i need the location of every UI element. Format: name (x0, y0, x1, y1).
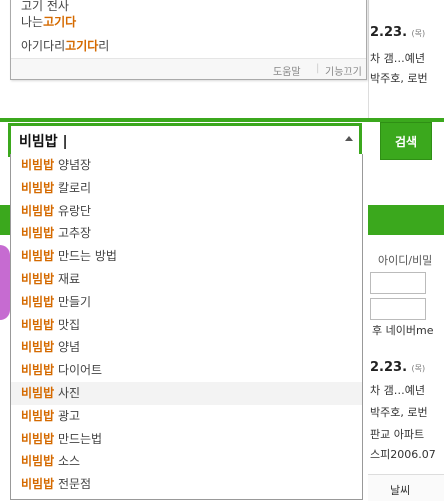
suggestion-rest: 만들기 (54, 294, 92, 309)
suggestion-item[interactable]: 비빔밥 고추장 (11, 222, 362, 245)
id-field[interactable] (370, 272, 426, 294)
suggestion-rest: 광고 (54, 408, 81, 423)
suggestion-item[interactable]: 비빔밥 전문점 (11, 473, 362, 496)
triangle-up-icon[interactable] (345, 136, 353, 141)
date-label: 2.23. (목) (370, 25, 426, 40)
password-field[interactable] (370, 298, 426, 320)
separator: | (316, 63, 320, 74)
search-input[interactable] (19, 133, 319, 149)
suggestion-list: 비빔밥 양념장 비빔밥 칼로리 비빔밥 유랑단 비빔밥 고추장 비빔밥 만드는 방법 비빔… (10, 154, 363, 500)
suggestion-rest: 유랑단 (54, 203, 92, 218)
suggestion-item[interactable]: 비빔밥 만들기 (11, 291, 362, 314)
suggestion-rest: 맛집 (54, 317, 81, 332)
suggestion-rest: 양념장 (54, 158, 92, 172)
suggestion-item[interactable]: 비빔밥 양념장 (11, 154, 362, 177)
suggestion-rest: 재료 (54, 271, 81, 286)
search-box[interactable] (8, 123, 362, 157)
suggestion-match: 비빔밥 (21, 203, 55, 218)
news-line[interactable]: 박주호, 로번 (370, 70, 428, 86)
suggestion-match: 비빔밥 (21, 385, 55, 400)
news-line[interactable]: 스피2006.07 (370, 446, 436, 462)
suggestion-rest: 칼로리 (54, 180, 92, 195)
suggestion-match: 비빔밥 (21, 477, 55, 492)
suggestion-match: 비빔밥 (21, 226, 55, 241)
suggestion-match: 비빔밥 (21, 317, 55, 332)
help-link[interactable]: 도움말 (273, 63, 301, 78)
suggestion-item[interactable]: 비빔밥 다이어트 (11, 359, 362, 382)
suggestion-match: 비빔밥 (21, 249, 55, 264)
naverme-link[interactable]: 후 네이버me (372, 322, 433, 338)
suggestion-rest: 고추장 (54, 226, 92, 241)
suggestion-match: 비빔밥 (21, 431, 55, 446)
suggestion-item[interactable]: 비빔밥 사진 (11, 381, 362, 405)
suggestion-match: 비빔밥 (21, 158, 55, 172)
suggestion-rest: 전문점 (54, 477, 92, 492)
disable-feature-link[interactable]: 기능끄기 (325, 63, 362, 78)
search-area-top-line (0, 118, 444, 122)
suggestion-item[interactable]: 비빔밥 맛집 (11, 314, 362, 337)
left-edge (0, 0, 10, 118)
suggestion-rest: 소스 (54, 454, 81, 469)
previous-autocomplete-dropdown: 고기 전사 나는고기다 아기다리고기다리 도움말 | 기능끄기 (10, 0, 367, 80)
news-line[interactable]: 박주호, 로번 (370, 404, 428, 420)
suggestion-match: 비빔밥 (21, 340, 55, 355)
autocomplete-footer: 도움말 | 기능끄기 (11, 58, 366, 79)
suggestion-rest: 사진 (54, 385, 81, 400)
suggestion-item[interactable]: 비빔밥 만드는법 (11, 428, 362, 451)
suggestion-rest: 양념 (54, 340, 81, 355)
suggestion-match: 비빔밥 (21, 271, 55, 286)
suggestion-match: 비빔밥 (21, 294, 55, 309)
search-button[interactable]: 검색 (380, 122, 432, 160)
autocomplete-item[interactable]: 나는고기다 (21, 13, 76, 30)
id-password-label[interactable]: 아이디/비밀 (378, 252, 432, 268)
autocomplete-item[interactable]: 고기 전사 (21, 0, 69, 14)
suggestion-rest: 만드는 방법 (54, 249, 117, 264)
left-green-tab (0, 205, 10, 235)
news-line[interactable]: 차 갬…예년 (370, 50, 425, 66)
suggestion-item[interactable]: 비빔밥 재료 (11, 268, 362, 291)
suggestion-rest: 다이어트 (54, 363, 103, 378)
news-line[interactable]: 판교 아파트 (370, 426, 424, 442)
date-label-2: 2.23. (목) (370, 360, 426, 375)
suggestion-match: 비빔밥 (21, 180, 55, 195)
autocomplete-item[interactable]: 아기다리고기다리 (21, 37, 109, 54)
suggestion-match: 비빔밥 (21, 363, 55, 378)
suggestion-match: 비빔밥 (21, 408, 55, 423)
suggestion-item[interactable]: 비빔밥 광고 (11, 405, 362, 428)
suggestion-item[interactable]: 비빔밥 칼로리 (11, 177, 362, 200)
weather-tab[interactable]: 날씨 (390, 482, 410, 498)
news-line[interactable]: 차 갬…예년 (370, 382, 425, 398)
suggestion-item[interactable]: 비빔밥 만드는 방법 (11, 245, 362, 268)
left-avatar (0, 245, 10, 320)
suggestion-item[interactable]: 비빔밥 유랑단 (11, 200, 362, 223)
suggestion-rest: 만드는법 (54, 431, 103, 446)
login-green-bar (368, 205, 444, 235)
suggestion-item[interactable]: 비빔밥 양념 (11, 336, 362, 359)
suggestion-match: 비빔밥 (21, 454, 55, 469)
suggestion-item[interactable]: 비빔밥 소스 (11, 450, 362, 473)
